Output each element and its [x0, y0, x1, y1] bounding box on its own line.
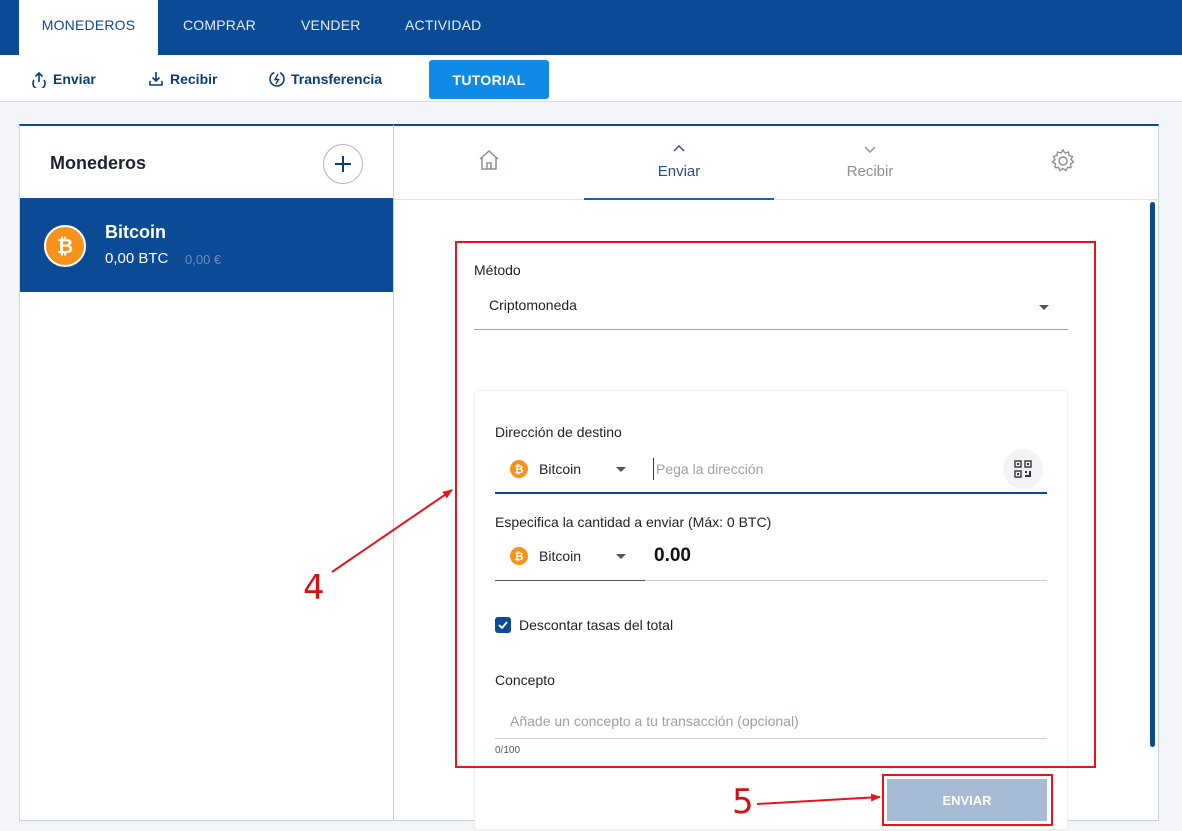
wallet-detail-panel: Enviar Recibir Método Criptomoneda Direc…	[394, 124, 1159, 830]
transfer-action-label: Transferencia	[291, 71, 383, 87]
tab-monederos[interactable]: MONEDEROS	[19, 0, 158, 55]
gear-icon	[1051, 148, 1075, 172]
send-action-label: Enviar	[53, 71, 96, 87]
add-wallet-button[interactable]	[323, 144, 363, 184]
dropdown-caret-icon	[616, 467, 626, 472]
dropdown-caret-icon	[616, 554, 626, 559]
tab-receive-label: Recibir	[846, 163, 894, 180]
transfer-action-button[interactable]: Transferencia	[268, 68, 382, 90]
annotation-number-4: 4	[303, 568, 325, 608]
tab-home[interactable]	[394, 126, 584, 200]
qr-code-icon	[1014, 460, 1032, 478]
send-action-button[interactable]: Enviar	[30, 68, 96, 90]
tutorial-button[interactable]: TUTORIAL	[429, 60, 549, 99]
tab-vender[interactable]: VENDER	[301, 0, 361, 55]
receive-action-label: Recibir	[170, 71, 218, 87]
method-value: Criptomoneda	[489, 297, 577, 313]
home-icon	[479, 149, 499, 170]
concept-counter: 0/100	[495, 745, 521, 756]
plus-icon	[335, 156, 351, 172]
destination-coin-label: Bitcoin	[539, 461, 582, 477]
coin-select-underline	[495, 580, 645, 581]
download-icon	[149, 72, 163, 86]
tab-send[interactable]: Enviar	[584, 126, 774, 200]
upload-icon	[32, 71, 46, 88]
receive-action-button[interactable]: Recibir	[147, 68, 217, 90]
tab-settings[interactable]	[966, 126, 1156, 200]
dropdown-caret-icon	[1039, 305, 1049, 310]
scrollbar[interactable]	[1150, 202, 1155, 747]
amount-input[interactable]: 0.00	[654, 545, 691, 567]
wallets-panel: Monederos ₿ Bitcoin 0,00 BTC 0,00 €	[19, 124, 394, 821]
detail-tabs: Enviar Recibir	[394, 126, 1159, 200]
wallet-fiat-balance: 0,00 €	[185, 252, 222, 267]
bitcoin-icon: ₿	[510, 460, 528, 478]
method-label: Método	[474, 262, 521, 278]
annotation-number-5: 5	[732, 782, 754, 822]
destination-coin-select[interactable]: ₿ Bitcoin	[495, 446, 635, 492]
chevron-up-icon	[673, 145, 685, 152]
amount-row: ₿ Bitcoin 0.00	[495, 536, 1047, 581]
qr-scan-button[interactable]	[1003, 449, 1043, 489]
bitcoin-icon: ₿	[44, 225, 86, 267]
send-submit-button[interactable]: ENVIAR	[887, 779, 1047, 821]
checkmark-icon	[498, 621, 508, 629]
destination-row: ₿ Bitcoin	[495, 446, 1047, 494]
wallet-name: Bitcoin	[105, 222, 166, 242]
wallet-item-bitcoin[interactable]: ₿ Bitcoin 0,00 BTC 0,00 €	[20, 198, 393, 292]
concept-input[interactable]	[495, 703, 1047, 739]
send-form-card: Dirección de destino ₿ Bitcoin Pega la d…	[474, 390, 1068, 830]
chevron-down-icon	[864, 146, 876, 153]
bitcoin-icon: ₿	[510, 547, 528, 565]
tab-receive[interactable]: Recibir	[775, 126, 965, 200]
action-bar: Enviar Recibir Transferencia TUTORIAL	[0, 55, 1182, 102]
transfer-icon	[269, 71, 285, 87]
amount-label: Especifica la cantidad a enviar (Máx: 0 …	[495, 514, 772, 530]
wallets-title: Monederos	[50, 153, 147, 173]
amount-coin-select[interactable]: ₿ Bitcoin	[495, 536, 645, 581]
destination-label: Dirección de destino	[495, 424, 622, 440]
method-select[interactable]: Criptomoneda	[474, 286, 1068, 330]
top-navigation: MONEDEROS COMPRAR VENDER ACTIVIDAD	[0, 0, 1182, 55]
wallet-crypto-balance: 0,00 BTC	[105, 250, 169, 267]
amount-coin-label: Bitcoin	[539, 548, 582, 564]
destination-address-input[interactable]	[653, 458, 983, 480]
concept-label: Concepto	[495, 672, 555, 688]
tab-comprar[interactable]: COMPRAR	[183, 0, 256, 55]
tab-send-label: Enviar	[657, 163, 701, 180]
deduct-fees-checkbox[interactable]	[495, 617, 511, 633]
tab-actividad[interactable]: ACTIVIDAD	[405, 0, 481, 55]
deduct-fees-label[interactable]: Descontar tasas del total	[519, 617, 673, 633]
